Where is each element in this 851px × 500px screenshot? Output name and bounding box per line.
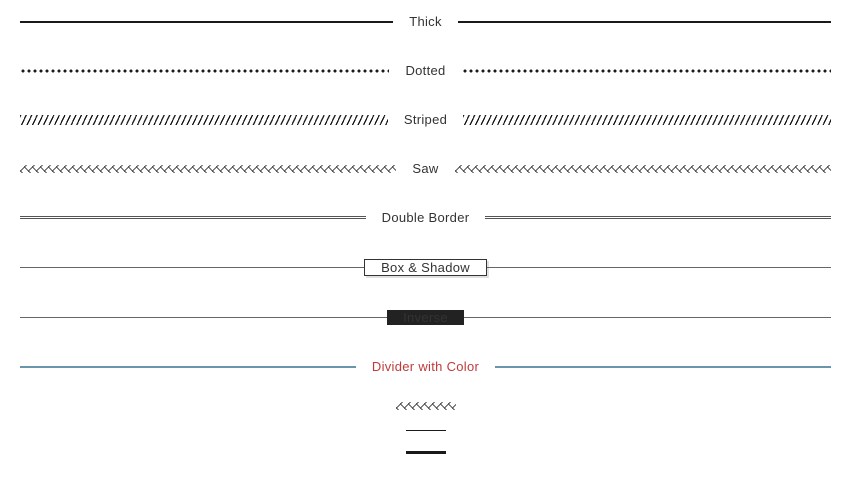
divider-box-shadow: Box & Shadow: [20, 259, 831, 276]
divider-color-line-left: [20, 366, 356, 368]
short-divider-thick: [406, 451, 446, 454]
divider-striped-line-left: [20, 115, 388, 125]
short-dividers: [20, 402, 831, 454]
divider-box-line-right: [487, 267, 831, 268]
divider-striped-label: Striped: [388, 112, 463, 127]
divider-dotted-line-left: [20, 69, 389, 73]
divider-saw: Saw: [20, 161, 831, 176]
divider-saw-label: Saw: [396, 161, 454, 176]
divider-dotted-line-right: [462, 69, 831, 73]
divider-striped-line-right: [463, 115, 831, 125]
divider-thick-line-right: [458, 21, 831, 23]
divider-thick-label: Thick: [393, 14, 458, 29]
divider-box-label: Box & Shadow: [364, 259, 487, 276]
divider-inverse: Inverse: [20, 310, 831, 325]
divider-saw-line-left: [20, 165, 396, 173]
divider-thick: Thick: [20, 14, 831, 29]
divider-saw-line-right: [455, 165, 831, 173]
divider-double-line-left: [20, 216, 366, 219]
divider-dotted: Dotted: [20, 63, 831, 78]
divider-double: Double Border: [20, 210, 831, 225]
divider-showcase: Thick Dotted Striped Saw Double Border B…: [20, 14, 831, 500]
divider-color: Divider with Color: [20, 359, 831, 374]
divider-double-line-right: [485, 216, 831, 219]
divider-thick-line-left: [20, 21, 393, 23]
divider-dotted-label: Dotted: [389, 63, 461, 78]
divider-inverse-line-left: [20, 317, 387, 318]
divider-inverse-line-right: [464, 317, 831, 318]
divider-inverse-label: Inverse: [387, 310, 464, 325]
divider-color-label: Divider with Color: [356, 359, 495, 374]
divider-striped: Striped: [20, 112, 831, 127]
divider-double-label: Double Border: [366, 210, 486, 225]
divider-color-line-right: [495, 366, 831, 368]
divider-box-line-left: [20, 267, 364, 268]
short-divider-thin: [406, 430, 446, 431]
short-divider-saw: [396, 402, 456, 410]
